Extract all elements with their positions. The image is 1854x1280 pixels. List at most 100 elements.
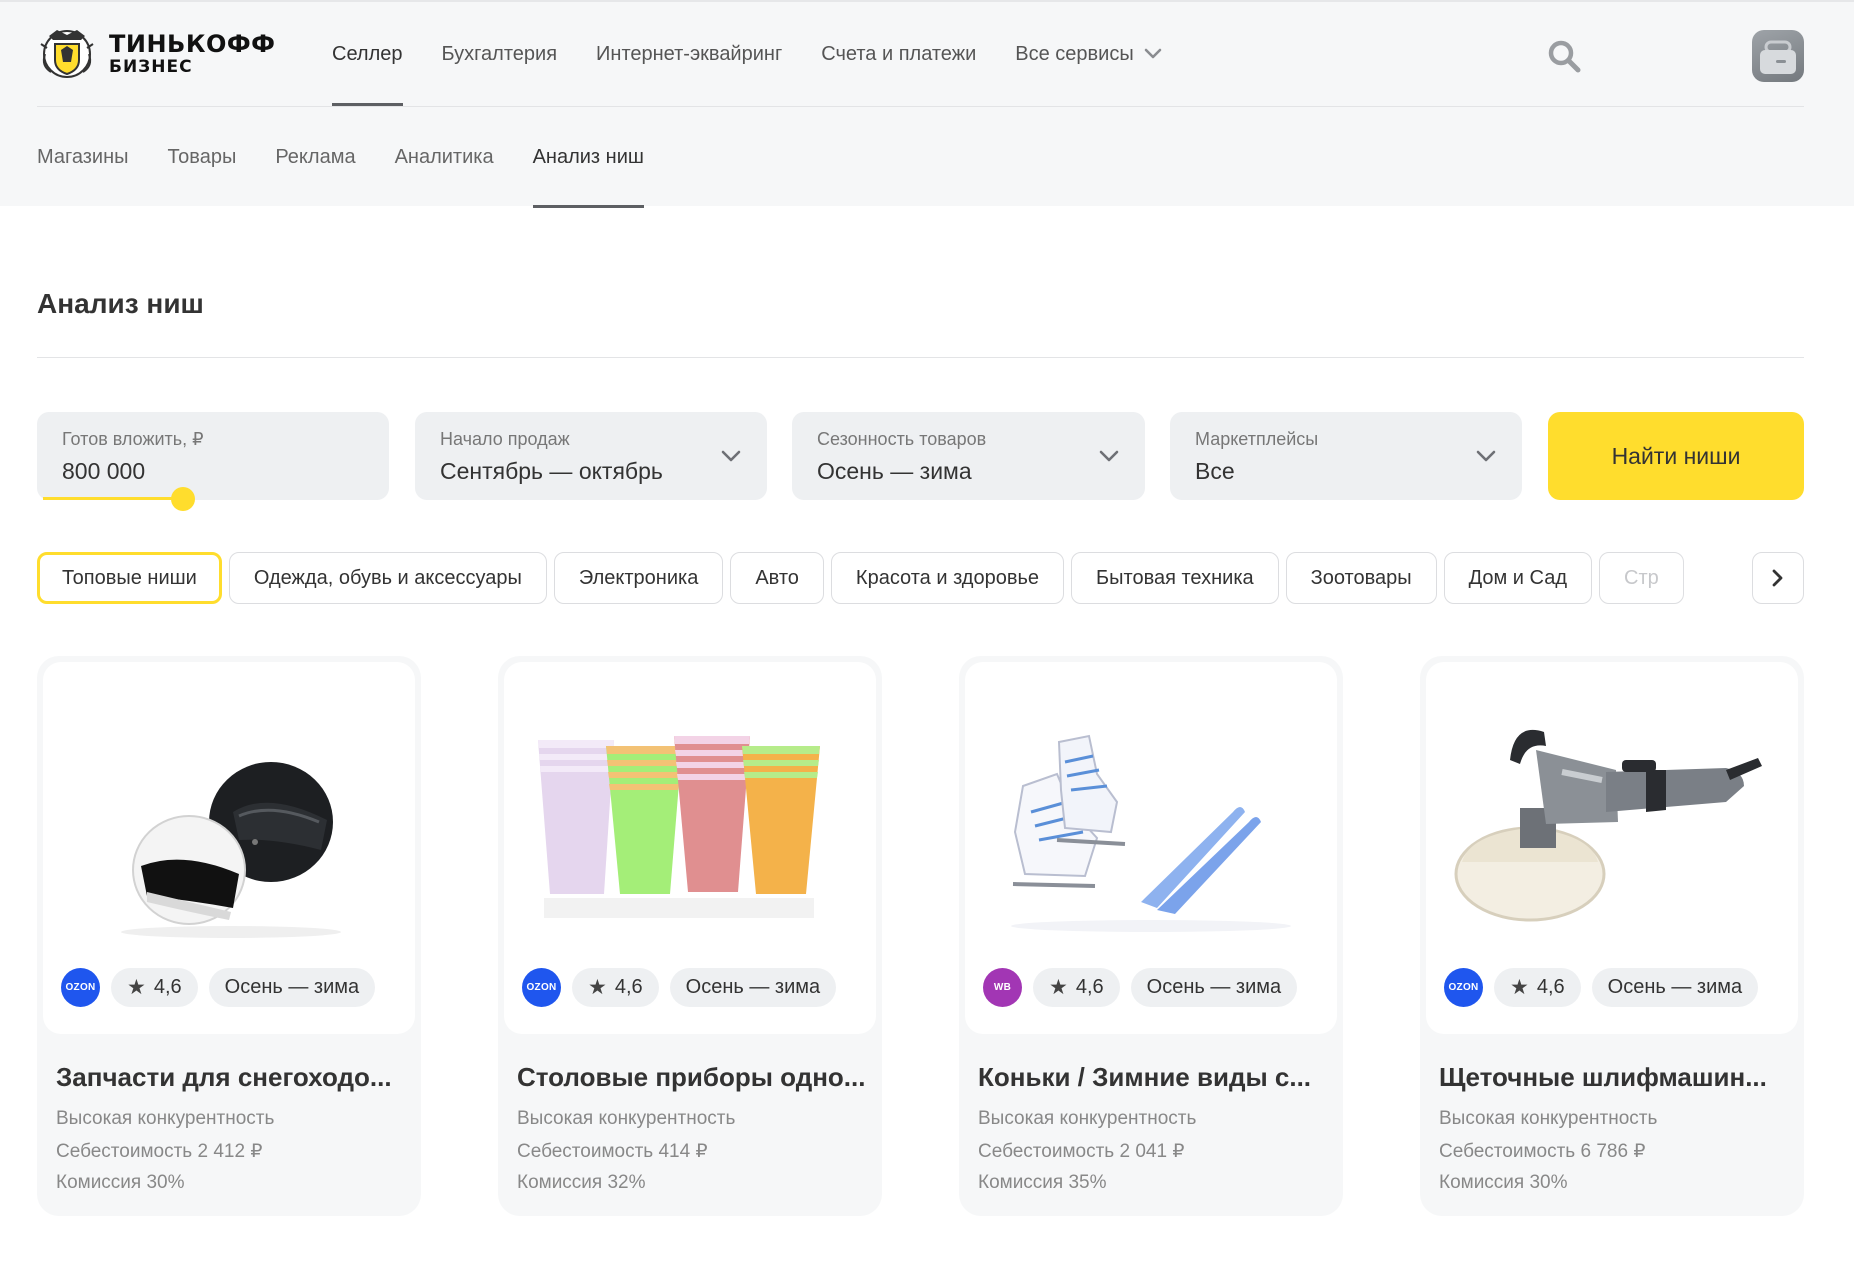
niche-card-competition: Высокая конкурентность [56, 1108, 275, 1129]
niche-card[interactable]: WB ★ 4,6 Осень — зима Коньки / Зимние вид… [959, 656, 1343, 1216]
niche-card-title: Коньки / Зимние виды с... [978, 1062, 1312, 1092]
niche-card-image: OZON ★ 4,6 Осень — зима [43, 662, 415, 1034]
main-nav-label: Все сервисы [1015, 42, 1134, 65]
chip-home-appliances[interactable]: Бытовая техника [1071, 552, 1279, 604]
marketplace-badge: OZON [522, 968, 561, 1007]
chevron-right-icon [1772, 569, 1783, 587]
sub-nav-shops[interactable]: Магазины [37, 106, 129, 208]
seasonality-select[interactable]: Сезонность товаров Осень — зима [792, 412, 1145, 500]
briefcase-icon [1760, 40, 1796, 74]
niche-card-competition: Высокая конкурентность [978, 1108, 1197, 1129]
star-icon: ★ [127, 976, 146, 999]
sub-nav-label: Аналитика [394, 145, 494, 168]
chips-scroll-right-button[interactable] [1752, 552, 1804, 604]
main-nav-all-services[interactable]: Все сервисы [1015, 2, 1162, 106]
coat-of-arms-icon [40, 30, 94, 78]
niche-card-cost: Себестоимость 6 786 ₽ [1439, 1141, 1646, 1162]
main-nav-acquiring[interactable]: Интернет-эквайринг [596, 2, 782, 106]
main-nav-seller[interactable]: Селлер [332, 2, 403, 106]
niche-card-title: Запчасти для снегоходо... [56, 1062, 392, 1092]
sub-nav-niche-analysis[interactable]: Анализ ниш [532, 106, 645, 208]
main-nav-label: Счета и платежи [821, 42, 977, 65]
invest-slider-track [43, 497, 183, 500]
chevron-down-icon [1476, 450, 1496, 462]
marketplaces-label: Маркетплейсы [1195, 429, 1319, 449]
rating-pill: ★ 4,6 [1033, 968, 1120, 1007]
chevron-down-icon [1099, 450, 1119, 462]
season-pill: Осень — зима [1130, 968, 1298, 1007]
niche-card-badges: OZON ★ 4,6 Осень — зима [61, 968, 376, 1007]
chip-pet-supplies[interactable]: Зоотовары [1285, 552, 1437, 604]
marketplaces-select[interactable]: Маркетплейсы Все [1170, 412, 1522, 500]
marketplace-badge: OZON [1444, 968, 1483, 1007]
chip-home-garden[interactable]: Дом и Сад [1443, 552, 1592, 604]
invest-slider-thumb[interactable] [171, 487, 195, 511]
sub-nav-analytics[interactable]: Аналитика [395, 106, 494, 208]
rating-pill: ★ 4,6 [1494, 968, 1581, 1007]
main-nav-label: Интернет-эквайринг [596, 42, 783, 65]
rating-value: 4,6 [153, 976, 182, 998]
search-icon[interactable] [1546, 38, 1582, 74]
niche-card-badges: OZON ★ 4,6 Осень — зима [1444, 968, 1759, 1007]
niche-card-cost: Себестоимость 414 ₽ [517, 1141, 708, 1162]
rating-value: 4,6 [1536, 976, 1565, 998]
chip-construction[interactable]: Стр [1599, 552, 1684, 604]
brand-name: ТИНЬКОФФ [109, 30, 276, 58]
niche-card[interactable]: OZON ★ 4,6 Осень — зима Щеточные шлифмаши… [1420, 656, 1804, 1216]
main-nav-accounts-payments[interactable]: Счета и платежи [821, 2, 976, 106]
invest-amount-field[interactable]: Готов вложить, ₽ 800 000 [37, 412, 389, 511]
niche-card-badges: OZON ★ 4,6 Осень — зима [522, 968, 837, 1007]
niche-card-commission: Комиссия 35% [978, 1172, 1107, 1193]
sales-start-label: Начало продаж [440, 429, 570, 449]
sub-nav: Магазины Товары Реклама Аналитика Анализ… [37, 106, 683, 208]
category-chips: Топовые ниши Одежда, обувь и аксессуары … [37, 552, 1754, 604]
seasonality-value: Осень — зима [817, 458, 972, 484]
main-nav: Селлер Бухгалтерия Интернет-эквайринг Сч… [332, 2, 1201, 106]
marketplace-badge: OZON [61, 968, 100, 1007]
brand-logo[interactable]: ТИНЬКОФФ БИЗНЕС [37, 26, 275, 82]
sub-nav-label: Магазины [37, 145, 129, 168]
sub-nav-products[interactable]: Товары [168, 106, 237, 208]
chip-electronics[interactable]: Электроника [553, 552, 724, 604]
niche-card-image: WB ★ 4,6 Осень — зима [965, 662, 1337, 1034]
star-icon: ★ [588, 976, 607, 999]
chevron-down-icon [1144, 48, 1162, 59]
season-pill: Осень — зима [1591, 968, 1759, 1007]
star-icon: ★ [1049, 976, 1068, 999]
rating-pill: ★ 4,6 [111, 968, 198, 1007]
niche-card[interactable]: OZON ★ 4,6 Осень — зима Запчасти для снег… [37, 656, 421, 1216]
main-nav-label: Бухгалтерия [441, 42, 558, 65]
season-pill: Осень — зима [669, 968, 837, 1007]
find-niches-button[interactable]: Найти ниши [1548, 412, 1804, 500]
niche-card-commission: Комиссия 30% [1439, 1172, 1568, 1193]
season-pill: Осень — зима [208, 968, 376, 1007]
user-avatar[interactable] [1752, 30, 1804, 82]
rating-value: 4,6 [614, 976, 643, 998]
chip-auto[interactable]: Авто [730, 552, 824, 604]
title-divider [37, 357, 1804, 358]
sub-nav-label: Анализ ниш [532, 145, 644, 168]
sub-nav-label: Реклама [275, 145, 356, 168]
marketplaces-value: Все [1195, 458, 1235, 484]
niche-card-title: Столовые приборы одно... [517, 1062, 866, 1092]
niche-card-title: Щеточные шлифмашин... [1439, 1062, 1767, 1092]
niche-card-cost: Себестоимость 2 412 ₽ [56, 1141, 263, 1162]
invest-amount-label: Готов вложить, ₽ [62, 429, 204, 449]
chip-clothing[interactable]: Одежда, обувь и аксессуары [228, 552, 547, 604]
chip-beauty-health[interactable]: Красота и здоровье [830, 552, 1065, 604]
sales-start-value: Сентябрь — октябрь [440, 458, 663, 484]
niche-card-image: OZON ★ 4,6 Осень — зима [504, 662, 876, 1034]
seasonality-label: Сезонность товаров [817, 429, 987, 449]
niche-card-image: OZON ★ 4,6 Осень — зима [1426, 662, 1798, 1034]
brand-subname: БИЗНЕС [109, 57, 193, 77]
marketplace-badge: WB [983, 968, 1022, 1007]
main-nav-label: Селлер [332, 42, 403, 65]
chip-top-niches[interactable]: Топовые ниши [37, 552, 222, 604]
main-nav-accounting[interactable]: Бухгалтерия [442, 2, 558, 106]
niche-card-competition: Высокая конкурентность [1439, 1108, 1658, 1129]
sub-nav-ads[interactable]: Реклама [275, 106, 355, 208]
niche-card[interactable]: OZON ★ 4,6 Осень — зима Столовые приборы … [498, 656, 882, 1216]
top-header-area: ТИНЬКОФФ БИЗНЕС Селлер Бухгалтерия Интер… [0, 0, 1854, 208]
rating-value: 4,6 [1075, 976, 1104, 998]
sales-start-select[interactable]: Начало продаж Сентябрь — октябрь [415, 412, 767, 500]
